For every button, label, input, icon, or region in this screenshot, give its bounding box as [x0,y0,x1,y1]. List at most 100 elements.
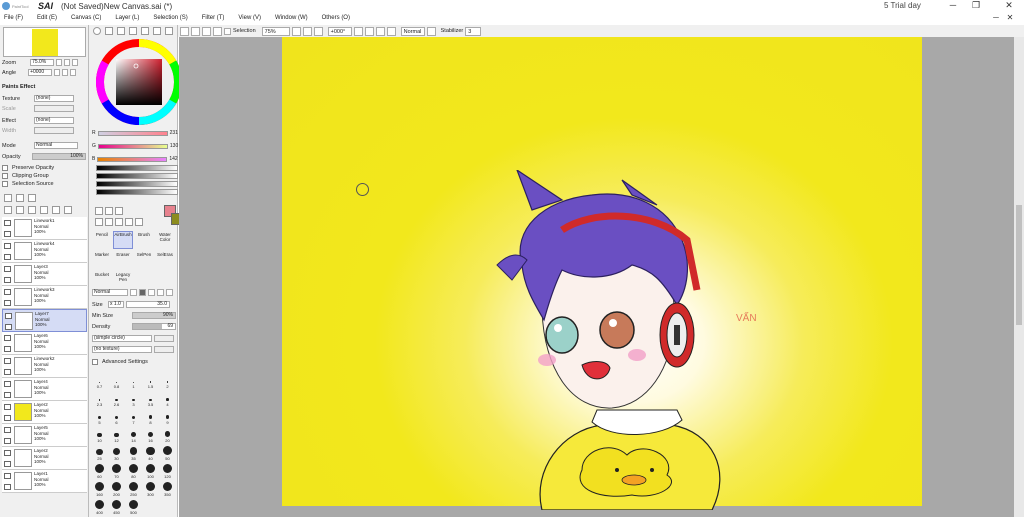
brush-size-preset[interactable]: 60 [91,463,108,479]
blue-slider[interactable] [97,156,168,162]
brush-size-preset[interactable]: 3 [125,391,142,407]
layer-row[interactable]: Layer2 Normal 100% [2,447,87,470]
rotation-field[interactable]: +000° [327,26,352,36]
red-value[interactable]: 231 [170,130,178,136]
rotate-reset-icon[interactable] [70,69,77,76]
brush-size-preset[interactable]: 2 [159,373,176,389]
tool-button[interactable]: Water Color [155,231,175,249]
mode-select[interactable]: Normal [34,142,78,149]
gray-bar-2[interactable] [96,173,178,179]
brush-size-preset[interactable]: 350 [159,481,176,497]
blue-value[interactable]: 142 [169,156,177,162]
lock-icon[interactable] [3,345,11,352]
brush-shape-strength[interactable] [154,335,174,342]
zoom-plus-icon[interactable] [64,59,71,66]
brush-shape-5-icon[interactable] [166,289,173,296]
transfer-down-icon[interactable] [4,206,12,214]
preserve-opacity-row[interactable]: Preserve Opacity [2,165,54,171]
layer-visibility[interactable] [2,263,12,285]
tool-button[interactable]: SelEras [155,251,175,269]
brush-size-preset[interactable]: 300 [142,481,159,497]
layer-row[interactable]: Layer5 Normal 100% [2,424,87,447]
rotate-ccw-icon[interactable] [54,69,61,76]
rotate-left-button[interactable] [353,26,363,36]
rotate-tool-icon[interactable] [115,218,123,226]
tool-button[interactable]: AirBrush [113,231,133,249]
close-button[interactable]: ✕ [1002,0,1016,11]
green-slider[interactable] [97,143,168,149]
layer-row[interactable]: Layer4 Normal 100% [2,378,87,401]
magic-wand-icon[interactable] [115,207,123,215]
layer-mask-icon[interactable] [52,206,60,214]
lock-icon[interactable] [3,483,11,490]
layer-visibility[interactable] [3,310,13,332]
brush-size-preset[interactable]: 100 [142,463,159,479]
navigator-thumbnail[interactable] [3,27,86,57]
tool-button[interactable]: SelPen [134,251,154,269]
eye-icon[interactable] [3,472,11,479]
menu-item-2[interactable]: Canvas (C) [71,15,101,21]
brush-size-preset[interactable]: 1 [125,373,142,389]
invert-selection-button[interactable] [202,26,211,36]
layer-visibility[interactable] [2,286,12,308]
tool-button[interactable]: Brush [134,231,154,249]
lock-icon[interactable] [3,460,11,467]
brush-size-preset[interactable]: 4 [159,391,176,407]
advanced-settings-row[interactable]: Advanced Settings [92,359,148,365]
lock-icon[interactable] [3,368,11,375]
layer-row[interactable]: Linework4 Normal 100% [2,240,87,263]
gray-bar-1[interactable] [96,165,178,171]
opacity-slider[interactable]: 100% [32,153,86,160]
effect-select[interactable]: (none) [34,117,74,124]
rect-select-icon[interactable] [95,207,103,215]
new-folder-icon[interactable] [28,194,36,202]
blend-mode-select[interactable]: Normal [400,26,425,36]
brush-size-preset[interactable]: 10 [91,427,108,443]
brush-size-preset[interactable]: 3.5 [142,391,159,407]
brush-texture-strength[interactable] [154,346,174,353]
selection-source-checkbox[interactable] [2,181,8,187]
zoom-reset-button[interactable] [313,26,323,36]
brush-size-preset[interactable]: 50 [159,445,176,461]
minimize-button[interactable]: ─ [946,0,960,10]
red-slider[interactable] [97,130,168,136]
clipping-group-checkbox[interactable] [2,173,8,179]
lock-icon[interactable] [4,323,12,330]
brush-size-preset[interactable]: 70 [108,463,125,479]
hand-tool-icon[interactable] [125,218,133,226]
doc-minimize-button[interactable]: ─ [990,13,1002,22]
brush-size-preset[interactable]: 120 [159,463,176,479]
brush-size-preset[interactable]: 6 [108,409,125,425]
brush-size-preset[interactable]: 2.6 [108,391,125,407]
brush-shape-2-icon[interactable] [139,289,146,296]
lock-icon[interactable] [3,299,11,306]
move-icon[interactable] [95,218,103,226]
zoom-in-button[interactable] [302,26,312,36]
merge-down-icon[interactable] [16,206,24,214]
brush-size-preset[interactable]: 35 [125,445,142,461]
brush-size-preset[interactable]: 40 [142,445,159,461]
layer-row[interactable]: Linework3 Normal 100% [2,286,87,309]
brush-size-preset[interactable]: 450 [108,499,125,515]
brush-size-preset[interactable]: 8 [142,409,159,425]
width-field[interactable] [34,127,74,134]
zoom-out-button[interactable] [291,26,301,36]
eye-icon[interactable] [4,312,12,319]
brush-size-preset[interactable]: 9 [159,409,176,425]
swatch-tab[interactable] [165,27,173,35]
texture-select[interactable]: (none) [34,95,74,102]
layer-row[interactable]: Layer7 Normal 100% [2,309,87,332]
brush-size-preset[interactable]: 1.5 [142,373,159,389]
eye-icon[interactable] [3,334,11,341]
brush-size-preset[interactable]: 80 [125,463,142,479]
layer-visibility[interactable] [2,424,12,446]
brush-size-preset[interactable]: 7 [125,409,142,425]
gray-bar-4[interactable] [96,189,178,195]
rgb-slider-tab[interactable] [105,27,113,35]
zoom-field[interactable]: 75% [261,26,290,36]
blend-dropdown-button[interactable] [426,26,436,36]
rotate-right-button[interactable] [364,26,374,36]
paint-effect-header[interactable]: Paints Effect [2,84,35,90]
brush-size-preset[interactable]: 30 [108,445,125,461]
color-wheel[interactable] [96,39,182,125]
